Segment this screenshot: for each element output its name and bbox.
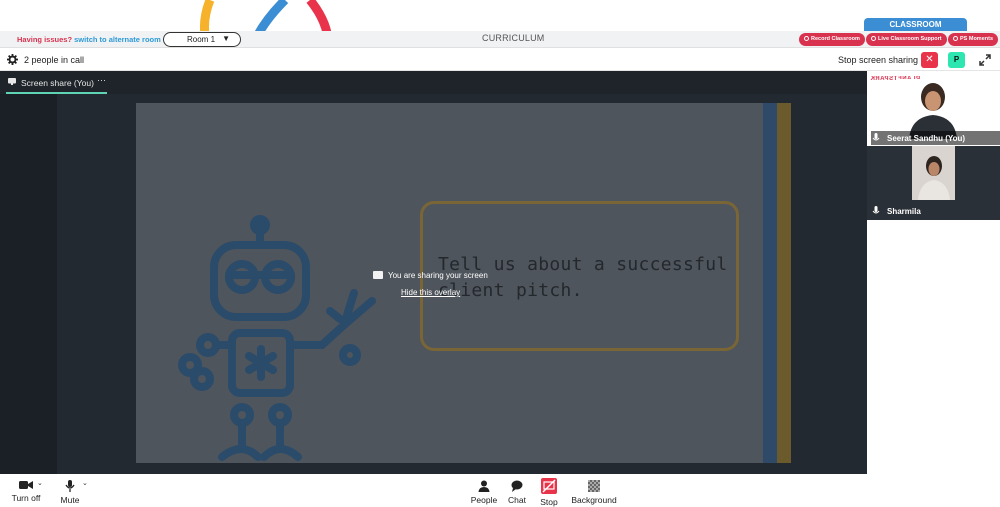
record-icon [804, 36, 809, 41]
support-icon [871, 36, 876, 41]
tab-screen-share-label: Screen share (You) [21, 78, 94, 88]
background-icon [588, 480, 600, 492]
participant-self-video [897, 79, 967, 139]
caret-down-icon: ▼ [222, 34, 230, 43]
tab-screen-share[interactable]: Screen share (You) ··· [6, 71, 107, 94]
record-classroom-label: Record Classroom [811, 36, 860, 42]
video-camera-icon [19, 481, 33, 489]
participant-self-label: Seerat Sandhu (You) [871, 131, 1000, 145]
mute-button[interactable]: Mute [55, 474, 85, 505]
microphone-options-chevron-icon[interactable]: ⌄ [82, 479, 88, 487]
live-support-button[interactable]: Live Classroom Support [866, 33, 947, 46]
chat-button[interactable]: Chat [503, 474, 531, 505]
chat-label: Chat [508, 495, 526, 505]
people-icon [478, 480, 490, 492]
stage-tab-strip: Screen share (You) ··· [0, 71, 867, 94]
people-count: 2 people in call [24, 55, 85, 65]
record-classroom-button[interactable]: Record Classroom [799, 33, 865, 46]
app-root: CLASSROOM Having issues? switch to alter… [0, 0, 1000, 507]
participant-sharmila-label: Sharmila [871, 206, 921, 220]
screen-share-icon [8, 78, 16, 85]
issues-text: Having issues? [17, 35, 73, 44]
sharing-overlay-text: You are sharing your screen [388, 271, 488, 280]
background-button[interactable]: Background [566, 474, 622, 505]
room-select-value: Room 1 [187, 35, 216, 44]
presenter-badge[interactable]: P [948, 52, 965, 68]
issues-notice: Having issues? switch to alternate room [17, 35, 161, 44]
ps-moments-button[interactable]: PS Moments [948, 33, 999, 46]
people-label: People [470, 495, 498, 505]
participant-self-name: Seerat Sandhu (You) [887, 134, 966, 143]
gear-icon[interactable] [7, 54, 18, 65]
participant-tile-self[interactable]: PLANETSPARK Seerat Sandhu (You) [867, 71, 1000, 146]
microphone-icon [872, 206, 880, 214]
more-options-icon[interactable]: ··· [97, 75, 106, 85]
top-bar: Having issues? switch to alternate room … [0, 31, 1000, 48]
camera-options-chevron-icon[interactable]: ⌄ [37, 479, 43, 487]
robot-illustration [178, 215, 376, 461]
ps-moments-label: PS Moments [960, 36, 994, 42]
chat-icon [511, 480, 523, 492]
participant-tile-sharmila[interactable]: Sharmila [867, 146, 1000, 220]
sharing-overlay-message: You are sharing your screen [373, 271, 488, 280]
meeting-header: 2 people in call Stop screen sharing ✕ P [0, 49, 1000, 71]
microphone-icon [872, 133, 880, 141]
participant-sharmila-name: Sharmila [887, 207, 921, 216]
alternate-room-link[interactable]: switch to alternate room [74, 35, 161, 44]
turn-off-label: Turn off [11, 493, 41, 503]
hide-overlay-link[interactable]: Hide this overlay [401, 288, 460, 297]
participant-sharmila-video [912, 146, 955, 200]
expand-icon[interactable] [978, 53, 992, 67]
curriculum-title: CURRICULUM [482, 33, 545, 43]
close-icon: ✕ [925, 54, 934, 65]
stop-label: Stop [540, 497, 558, 507]
microphone-icon [65, 480, 75, 492]
stop-screen-sharing-label[interactable]: Stop screen sharing [838, 55, 918, 65]
slide-edge-stripe [763, 103, 777, 463]
bottom-toolbar: Turn off ⌄ Mute ⌄ People Chat Stop Backg… [0, 474, 1000, 507]
screen-share-icon [373, 271, 383, 279]
moments-icon [953, 36, 958, 41]
stop-share-button[interactable]: Stop [535, 474, 563, 507]
live-support-label: Live Classroom Support [878, 36, 942, 42]
stop-sharing-close-button[interactable]: ✕ [921, 52, 938, 68]
room-select[interactable]: Room 1 ▼ [163, 32, 241, 47]
classroom-tab[interactable]: CLASSROOM [864, 18, 967, 32]
people-button[interactable]: People [467, 474, 501, 505]
background-label: Background [571, 495, 617, 505]
participant-list-blank [867, 220, 1000, 425]
mute-label: Mute [60, 495, 80, 505]
stop-share-icon [541, 478, 557, 494]
slide-edge-stripe-2 [777, 103, 791, 463]
